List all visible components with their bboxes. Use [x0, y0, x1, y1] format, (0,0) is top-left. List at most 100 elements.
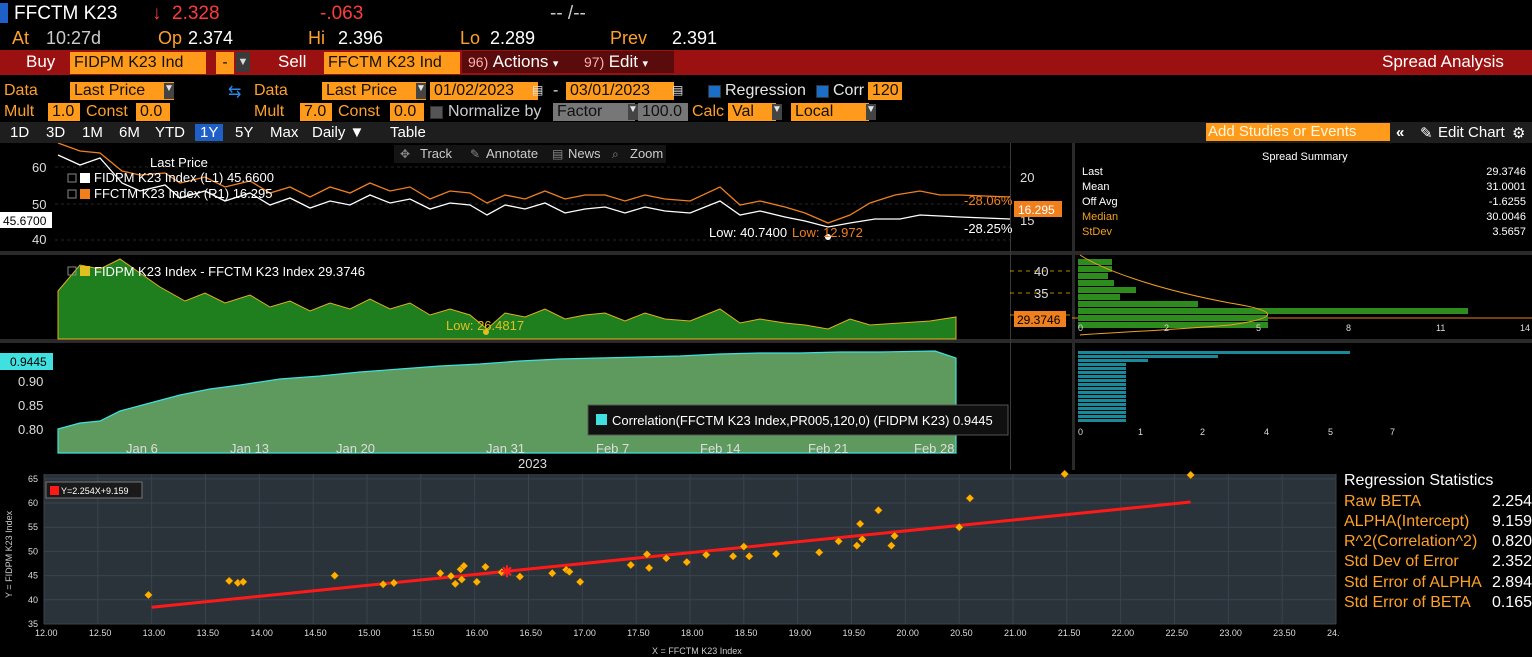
summary-row: Off Avg -1.6255 — [1082, 196, 1526, 211]
corr-window-input[interactable]: 120 — [868, 82, 902, 100]
gear-icon[interactable]: ⚙ — [1512, 124, 1525, 142]
news-button[interactable]: News — [568, 146, 601, 161]
last-price: 2.328 — [172, 3, 220, 24]
tab-1y[interactable]: 1Y — [195, 124, 224, 141]
stat-label: Std Error of ALPHA — [1344, 574, 1482, 591]
spread-low-marker — [483, 329, 489, 335]
prev-value: 2.391 — [672, 28, 718, 48]
summary-row: Mean 31.0001 — [1082, 181, 1526, 196]
data-label: Data — [4, 82, 38, 99]
svg-text:14: 14 — [1520, 323, 1530, 333]
pencil-icon[interactable]: ✎ — [470, 147, 480, 161]
mult-input[interactable]: 1.0 — [48, 103, 80, 121]
end-date-input[interactable]: 03/01/2023 — [566, 82, 674, 100]
summary-row: Median 30.0046 — [1082, 211, 1526, 226]
chevron-down-icon[interactable]: ▼ — [866, 104, 876, 120]
regression-equation: Y=2.254X+9.159 — [61, 486, 129, 496]
date-label: Feb 14 — [700, 441, 740, 456]
annotate-button[interactable]: Annotate — [486, 146, 538, 161]
const2-label: Const — [338, 103, 380, 120]
frequency-select[interactable]: Daily ▼ — [312, 124, 364, 141]
table-button[interactable]: Table — [390, 124, 426, 141]
pane-divider[interactable] — [0, 251, 1532, 255]
tab-5y[interactable]: 5Y — [235, 124, 253, 141]
edit-chart-button[interactable]: Edit Chart — [1438, 124, 1505, 141]
ticker[interactable]: FFCTM K23 — [14, 3, 117, 25]
crosshair-icon[interactable]: ✥ — [400, 147, 410, 161]
open-value: 2.374 — [188, 28, 234, 48]
track-button[interactable]: Track — [420, 146, 453, 161]
tab-6m[interactable]: 6M — [119, 124, 140, 141]
add-studies-input[interactable]: Add Studies or Events — [1206, 123, 1390, 141]
normalize-value-input[interactable]: 100.0 — [638, 103, 688, 121]
tab-max[interactable]: Max — [270, 124, 298, 141]
news-icon[interactable]: ▤ — [552, 147, 563, 161]
chevron-down-icon[interactable]: ▼ — [164, 83, 174, 99]
scatter-x-axis-label: X = FFCTM K23 Index — [652, 646, 742, 656]
stat-value: 2.894 — [1491, 574, 1532, 591]
low-annotation-orange: Low: 12.972 — [792, 225, 863, 240]
mult2-input[interactable]: 7.0 — [300, 103, 332, 121]
calendar-icon[interactable]: ▤ — [672, 83, 683, 97]
sell-label: Sell — [278, 52, 307, 71]
normalize-select[interactable]: Factor — [553, 103, 635, 121]
normalize-checkbox[interactable] — [430, 106, 443, 119]
buy-security-input[interactable]: FIDPM K23 Ind — [70, 52, 206, 74]
svg-text:2: 2 — [1200, 427, 1205, 437]
collapse-icon[interactable]: « — [1396, 124, 1404, 141]
chevron-down-icon[interactable]: ▼ — [628, 104, 638, 120]
y-tick-label: 40 — [28, 595, 38, 605]
quote-header: FFCTM K23 ↓ 2.328 -.063 -- /-- — [0, 0, 1532, 28]
buy-dropdown-icon[interactable]: ▼ — [236, 52, 250, 72]
high-value: 2.396 — [338, 28, 384, 48]
x-tick-label: 15.50 — [412, 628, 435, 638]
data2-label: Data — [254, 82, 288, 99]
const-input[interactable]: 0.0 — [136, 103, 170, 121]
pct-change-white: -28.25% — [964, 221, 1013, 236]
actions-menu-button[interactable]: 96) Actions ▾ — [462, 51, 578, 73]
tab-3d[interactable]: 3D — [46, 124, 65, 141]
legend-expand-icon[interactable] — [67, 189, 77, 199]
chevron-down-icon: ▾ — [552, 58, 559, 70]
pane-divider[interactable] — [0, 339, 1532, 343]
swap-icon[interactable]: ⇆ — [228, 82, 241, 102]
zoom-button[interactable]: Zoom — [630, 146, 663, 161]
buy-dash-button[interactable]: - — [216, 52, 234, 74]
tab-ytd[interactable]: YTD — [155, 124, 185, 141]
y-tick-label: 45 — [28, 571, 38, 581]
spread-legend: FIDPM K23 Index - FFCTM K23 Index 29.374… — [94, 264, 365, 279]
start-date-input[interactable]: 01/02/2023 — [430, 82, 538, 100]
ticker-marker — [0, 3, 8, 23]
sell-security-input[interactable]: FFCTM K23 Ind — [324, 52, 460, 74]
tab-1m[interactable]: 1M — [82, 124, 103, 141]
zoom-icon[interactable]: ⌕ — [612, 147, 619, 161]
svg-text:11: 11 — [1436, 323, 1445, 333]
calc-label: Calc — [692, 103, 725, 120]
x-tick-label: 17.50 — [627, 628, 650, 638]
spread-tick: 35 — [1034, 286, 1048, 301]
chevron-down-icon[interactable]: ▼ — [772, 104, 782, 120]
x-tick-label: 21.00 — [1004, 628, 1027, 638]
chevron-down-icon[interactable]: ▼ — [416, 83, 426, 99]
price-tick-right: 20 — [1020, 170, 1034, 185]
local-select[interactable]: Local — [791, 103, 869, 121]
data2-select[interactable]: Last Price — [322, 82, 426, 100]
regression-checkbox[interactable] — [708, 85, 721, 98]
stat-value: 2.254 — [1491, 493, 1532, 510]
legend-expand-icon[interactable] — [67, 173, 77, 183]
edit-menu-button[interactable]: 97) Edit ▾ — [578, 51, 674, 73]
summary-label: Off Avg — [1082, 196, 1118, 208]
x-tick-label: 21.50 — [1058, 628, 1081, 638]
summary-label: Last — [1082, 166, 1103, 178]
const2-input[interactable]: 0.0 — [390, 103, 424, 121]
correlation-area — [57, 350, 957, 454]
date-separator: - — [553, 82, 559, 99]
open-label: Op — [158, 28, 183, 48]
summary-value: 29.3746 — [1486, 166, 1526, 178]
calc-select[interactable]: Val — [728, 103, 776, 121]
corr-checkbox[interactable] — [816, 85, 829, 98]
tab-1d[interactable]: 1D — [10, 124, 29, 141]
calendar-icon[interactable]: ▤ — [532, 83, 543, 97]
data-select[interactable]: Last Price — [70, 82, 174, 100]
x-tick-label: 19.50 — [843, 628, 866, 638]
